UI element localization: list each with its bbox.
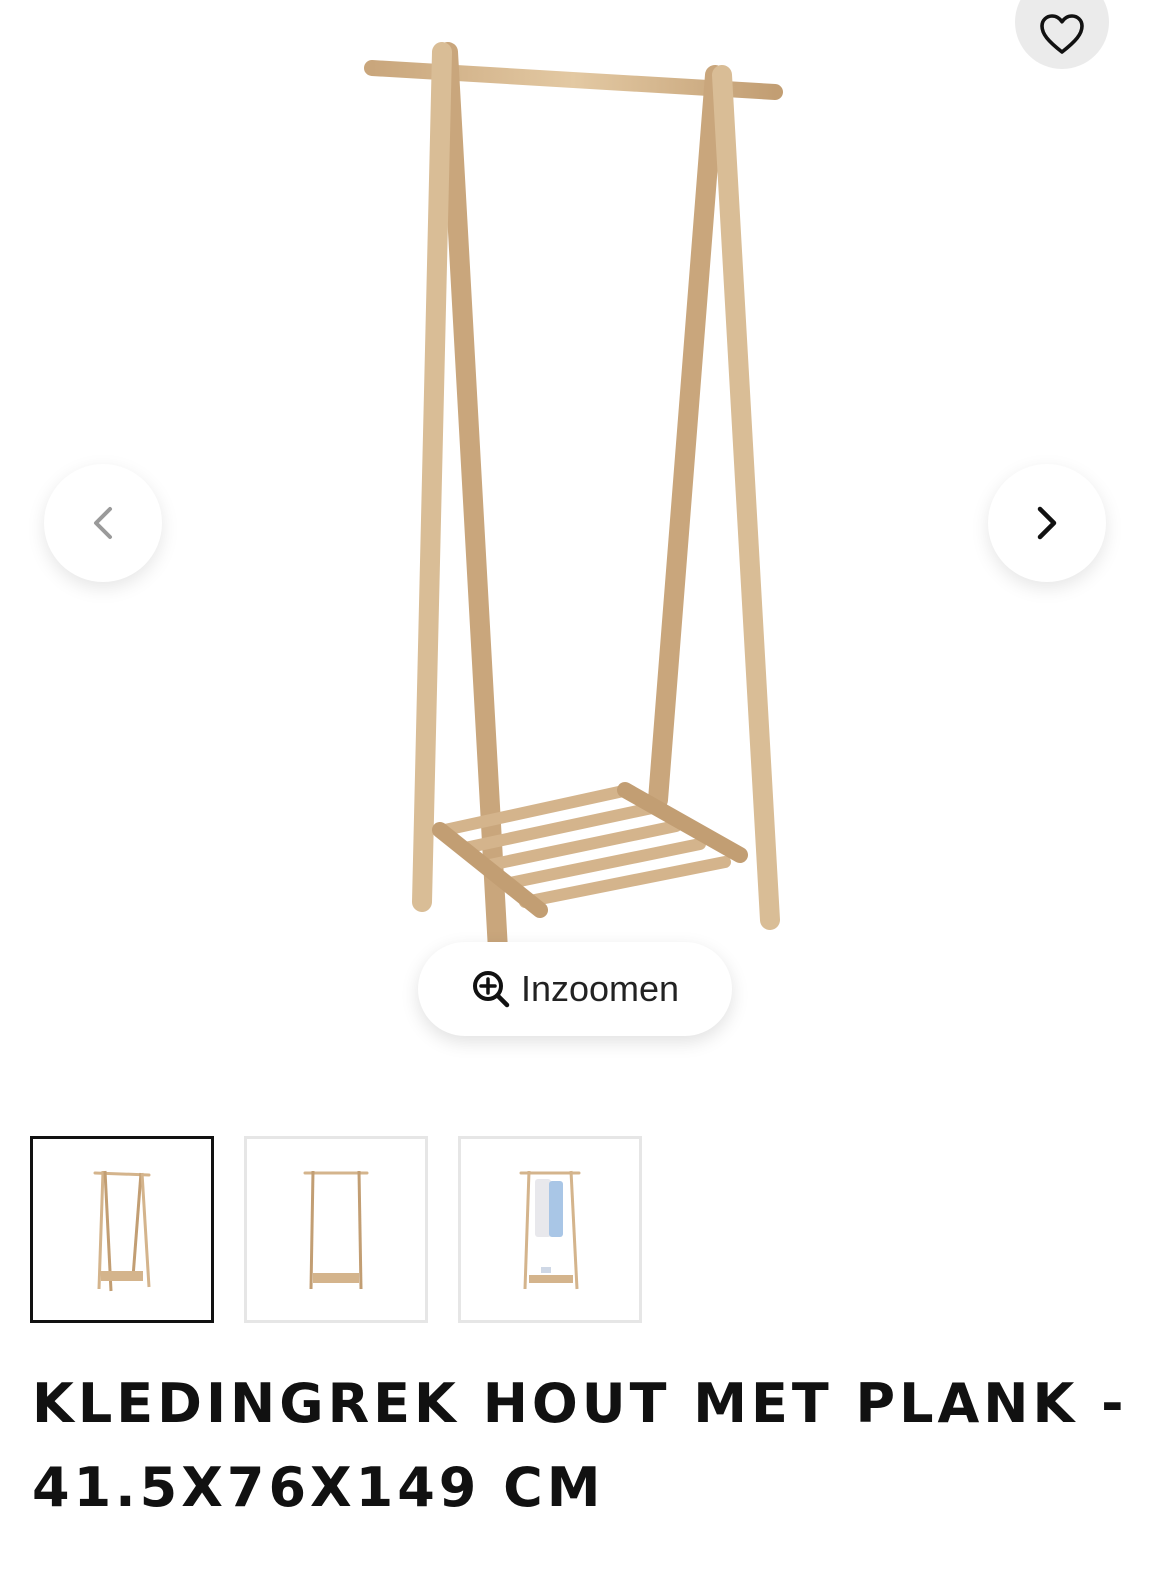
zoom-button[interactable]: Inzoomen bbox=[418, 942, 732, 1036]
chevron-left-icon bbox=[94, 507, 112, 539]
heart-icon bbox=[1040, 14, 1084, 54]
product-gallery: Inzoomen bbox=[0, 0, 1170, 1100]
chevron-right-icon bbox=[1037, 506, 1057, 540]
product-title: KLEDINGREK HOUT MET PLANK - 41.5X76X149 … bbox=[32, 1372, 1128, 1519]
thumbnail-image bbox=[519, 1170, 581, 1289]
thumbnail-strip bbox=[30, 1136, 642, 1323]
thumbnail-image bbox=[93, 1170, 151, 1291]
next-image-button[interactable] bbox=[988, 464, 1106, 582]
previous-image-button[interactable] bbox=[44, 464, 162, 582]
thumbnail-2[interactable] bbox=[244, 1136, 428, 1323]
thumbnail-3[interactable] bbox=[458, 1136, 642, 1323]
product-image[interactable] bbox=[300, 30, 860, 960]
zoom-label: Inzoomen bbox=[520, 968, 680, 1009]
zoom-in-icon bbox=[472, 971, 510, 1008]
thumbnail-image bbox=[303, 1170, 369, 1289]
favorite-button[interactable] bbox=[1015, 0, 1109, 69]
thumbnail-1[interactable] bbox=[30, 1136, 214, 1323]
